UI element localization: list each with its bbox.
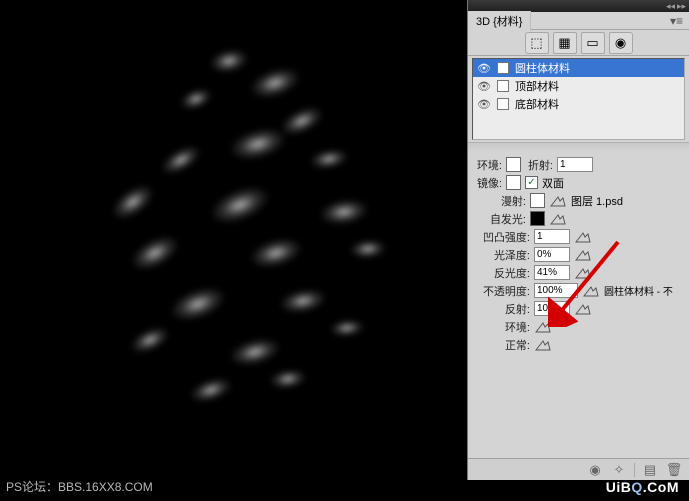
shininess-label: 反光度: (472, 265, 530, 281)
material-swatch-icon (497, 80, 509, 92)
double-sided-checkbox[interactable]: ✓ (525, 176, 538, 189)
diffuse-filename: 图层 1.psd (571, 193, 623, 209)
texture-map-icon[interactable] (574, 301, 592, 316)
bump-input[interactable] (534, 229, 570, 244)
env-color-swatch[interactable] (506, 157, 521, 172)
material-row-cylinder[interactable]: 👁 圆柱体材料 (473, 59, 684, 77)
material-swatch-icon (497, 62, 509, 74)
panel-tab-row: 3D {材料} ▾≡ (468, 12, 689, 30)
watermark-right: UiBQ.CoM (606, 479, 679, 495)
divider (634, 463, 635, 477)
mirror-color-swatch[interactable] (506, 175, 521, 190)
mode-scene-button[interactable]: ⬚ (525, 32, 549, 54)
reflection-label: 反射: (472, 301, 530, 317)
texture-map-icon[interactable] (534, 319, 552, 334)
env-label: 环境: (472, 157, 502, 173)
gloss-label: 光泽度: (472, 247, 530, 263)
material-swatch-icon (497, 98, 509, 110)
opacity-label: 不透明度: (472, 283, 530, 299)
texture-map-icon[interactable] (574, 229, 592, 244)
diffuse-color-swatch[interactable] (530, 193, 545, 208)
material-row-top[interactable]: 👁 顶部材料 (473, 77, 684, 95)
rendered-3d-object (70, 20, 430, 420)
texture-map-icon[interactable] (549, 211, 567, 226)
gloss-input[interactable] (534, 247, 570, 262)
opacity-input[interactable] (534, 283, 578, 298)
double-sided-label: 双面 (542, 175, 564, 191)
emissive-label: 自发光: (472, 211, 526, 227)
material-row-bottom[interactable]: 👁 底部材料 (473, 95, 684, 113)
visibility-eye-icon[interactable]: 👁 (477, 61, 491, 75)
watermark-left: PS论坛：BBS.16XX8.COM (6, 478, 153, 495)
shininess-input[interactable] (534, 265, 570, 280)
panel-tab-3d-materials[interactable]: 3D {材料} (468, 11, 531, 31)
materials-panel: ◂◂ ▸▸ 3D {材料} ▾≡ ⬚ ▦ ▭ ◉ 👁 圆柱体材料 👁 顶部材料 … (467, 0, 689, 480)
normal-label: 正常: (472, 337, 530, 353)
mode-lights-button[interactable]: ◉ (609, 32, 633, 54)
render-settings-icon[interactable]: ◉ (586, 461, 604, 479)
panel-menu-icon[interactable]: ▾≡ (664, 14, 689, 28)
collapse-right-icon[interactable]: ▸▸ (677, 2, 685, 10)
visibility-eye-icon[interactable]: 👁 (477, 97, 491, 111)
texture-map-icon[interactable] (574, 247, 592, 262)
texture-map-icon[interactable] (582, 283, 600, 298)
opacity-filename: 圆柱体材料 - 不 (604, 283, 673, 298)
mirror-label: 镜像: (472, 175, 502, 191)
material-properties: 环境: 折射: 镜像: ✓ 双面 漫射: 图层 1.psd 自发光: 凹凸强度: (468, 152, 689, 355)
visibility-eye-icon[interactable]: 👁 (477, 79, 491, 93)
collapse-left-icon[interactable]: ◂◂ (666, 2, 674, 10)
mode-mesh-button[interactable]: ▦ (553, 32, 577, 54)
material-row-label: 顶部材料 (515, 78, 559, 94)
panel-footer: ◉ ✧ ▤ 🗑 (468, 458, 689, 480)
new-icon[interactable]: ▤ (641, 461, 659, 479)
materials-list[interactable]: 👁 圆柱体材料 👁 顶部材料 👁 底部材料 (472, 58, 685, 140)
bump-label: 凹凸强度: (472, 229, 530, 245)
panel-mode-switcher: ⬚ ▦ ▭ ◉ (468, 30, 689, 56)
mode-materials-button[interactable]: ▭ (581, 32, 605, 54)
refraction-label: 折射: (525, 157, 553, 173)
environment-label: 环境: (472, 319, 530, 335)
emissive-color-swatch[interactable] (530, 211, 545, 226)
reflection-input[interactable] (534, 301, 570, 316)
trash-icon[interactable]: 🗑 (665, 461, 683, 479)
material-row-label: 底部材料 (515, 96, 559, 112)
texture-map-icon[interactable] (534, 337, 552, 352)
panel-separator (468, 142, 689, 152)
diffuse-label: 漫射: (472, 193, 526, 209)
texture-map-icon[interactable] (574, 265, 592, 280)
refraction-input[interactable] (557, 157, 593, 172)
texture-map-icon[interactable] (549, 193, 567, 208)
material-row-label: 圆柱体材料 (515, 60, 570, 76)
document-canvas[interactable] (0, 0, 467, 501)
light-toggle-icon[interactable]: ✧ (610, 461, 628, 479)
